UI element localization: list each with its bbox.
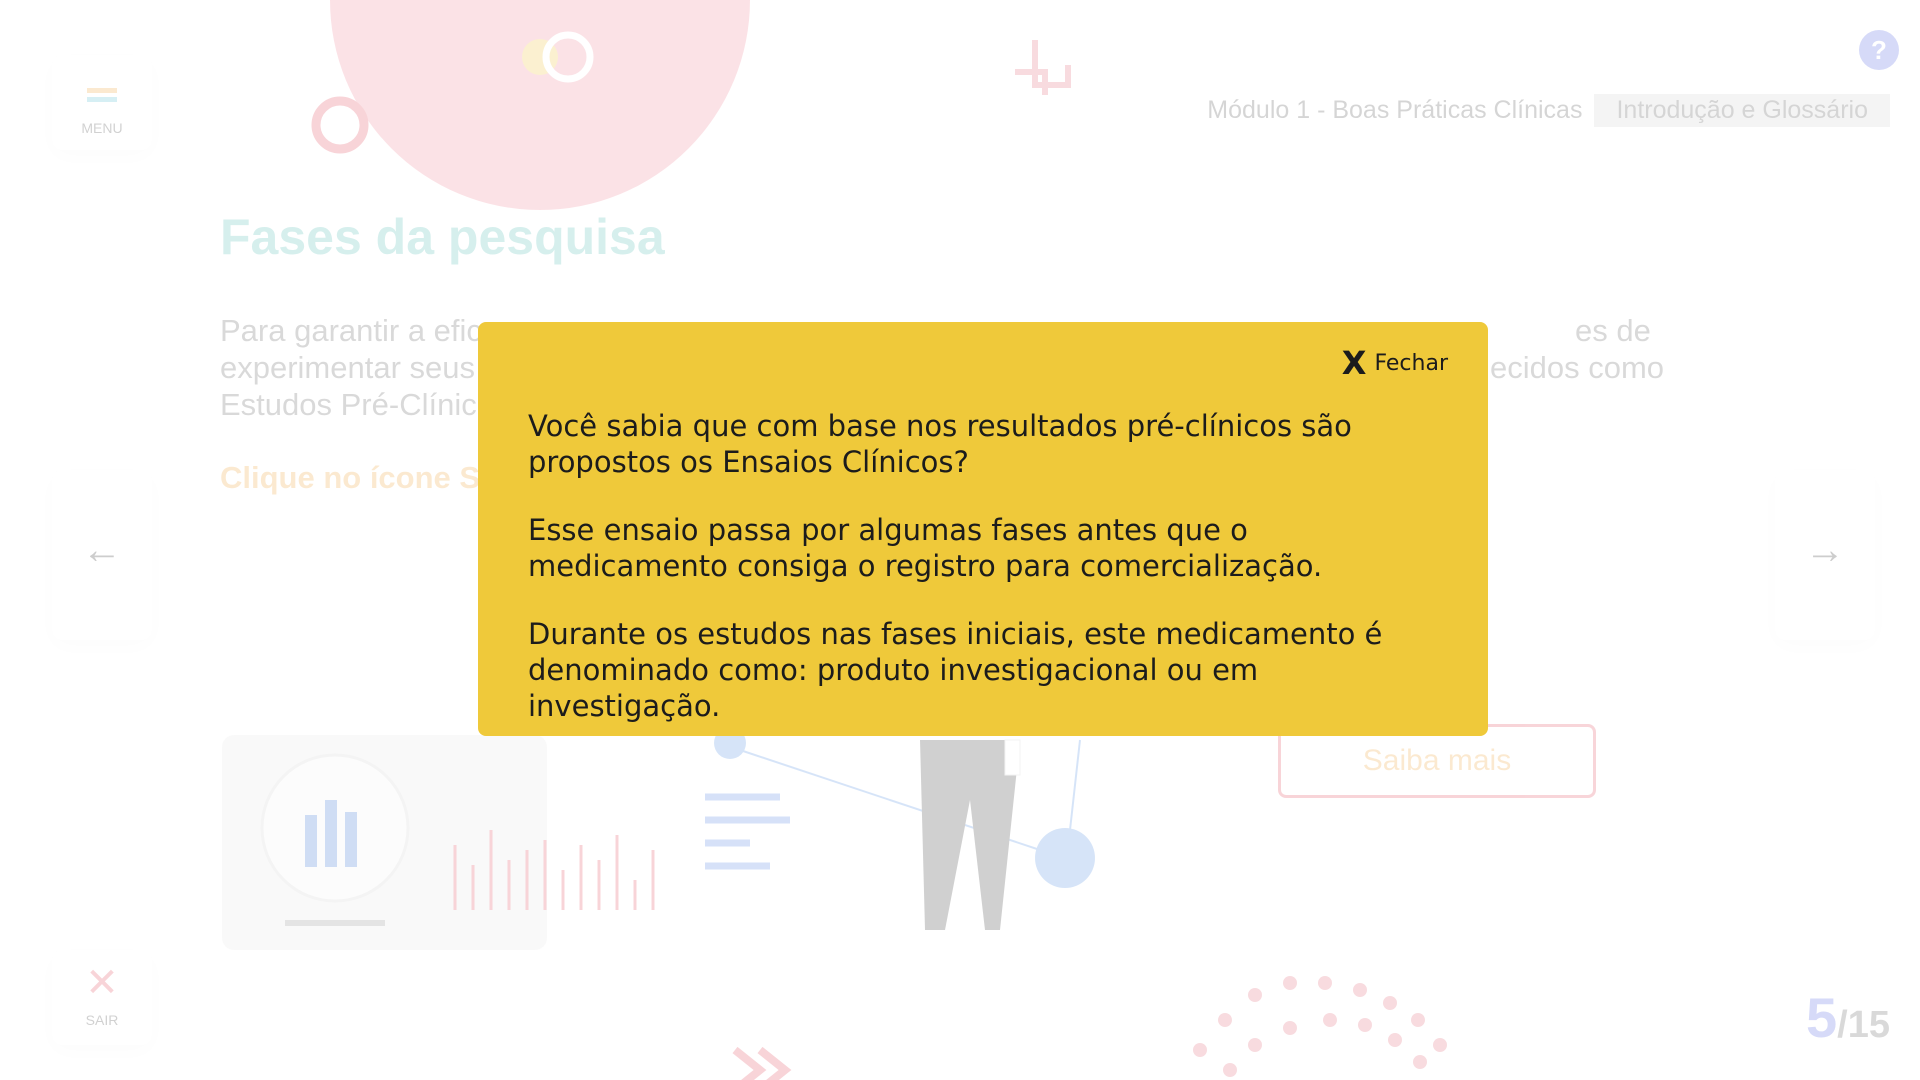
hamburger-icon: [87, 88, 117, 93]
paragraph-line-1: Para garantir a efic: [220, 313, 482, 348]
page-title: Fases da pesquisa: [220, 209, 665, 265]
total-pages: /15: [1837, 1004, 1890, 1046]
popup-paragraph: Durante os estudos nas fases iniciais, e…: [528, 617, 1383, 723]
current-page: 5: [1806, 986, 1838, 1049]
close-popup-label: Fechar: [1374, 350, 1448, 376]
popup-body: Você sabia que com base nos resultados p…: [528, 408, 1448, 756]
instruction-text: Clique no ícone Sa: [220, 460, 498, 495]
exit-label: SAIR: [85, 1012, 119, 1028]
exit-button[interactable]: ✕ SAIR: [52, 950, 152, 1045]
breadcrumb-module: Módulo 1 - Boas Práticas Clínicas: [1207, 95, 1583, 124]
paragraph-line-2: experimentar seus: [220, 350, 476, 385]
breadcrumb: Módulo 1 - Boas Práticas Clínicas Introd…: [1180, 93, 1890, 127]
breadcrumb-section: Introdução e Glossário: [1594, 93, 1890, 127]
help-icon: ?: [1871, 35, 1887, 65]
popup-paragraph: Esse ensaio passa por algumas fases ante…: [528, 513, 1323, 583]
menu-button[interactable]: MENU: [52, 55, 152, 150]
close-x-icon: X: [1341, 344, 1367, 382]
prev-button[interactable]: ←: [52, 470, 152, 640]
paragraph-line-2-end: ecidos como: [1490, 350, 1665, 385]
popup-paragraph: Você sabia que com base nos resultados p…: [528, 409, 1352, 479]
help-button[interactable]: ?: [1859, 30, 1899, 70]
paragraph-line-3: Estudos Pré-Clínic: [220, 387, 477, 422]
next-button[interactable]: →: [1775, 470, 1875, 640]
arrow-right-icon: →: [1805, 528, 1845, 572]
pagination: 5/15: [1780, 985, 1890, 1050]
close-icon: ✕: [85, 961, 119, 1005]
menu-label: MENU: [81, 120, 123, 136]
close-popup-button[interactable]: X Fechar: [1342, 344, 1448, 382]
info-popup: X Fechar Você sabia que com base nos res…: [478, 322, 1488, 736]
arrow-left-icon: ←: [82, 528, 122, 572]
paragraph-line-1-end: es de: [1575, 313, 1651, 348]
